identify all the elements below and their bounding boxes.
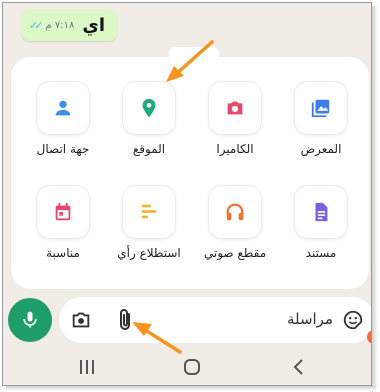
person-icon	[55, 100, 71, 116]
document-icon	[315, 202, 328, 222]
attach-event-button[interactable]: مناسبة	[25, 185, 101, 260]
attach-poll-icon-box	[122, 185, 176, 239]
recent-apps-icon	[80, 360, 94, 374]
attach-audio-label: مقطع صوتي	[203, 246, 267, 260]
read-ticks-icon: ✓✓	[29, 18, 44, 32]
message-bubble[interactable]: ٧:١٨ م ✓✓ اي	[21, 9, 117, 41]
attach-document-label: مستند	[305, 246, 337, 260]
sticker-icon	[343, 310, 363, 330]
frame-shadow-bottom	[6, 386, 376, 391]
attach-contact-button[interactable]: جهة اتصال	[25, 81, 101, 156]
home-button[interactable]	[181, 357, 203, 377]
attach-gallery-button[interactable]: المعرض	[283, 81, 359, 156]
attach-poll-label: استطلاع رأي	[117, 246, 181, 260]
attach-poll-button[interactable]: استطلاع رأي	[111, 185, 187, 260]
location-pin-icon	[142, 98, 156, 118]
attachment-panel: جهة اتصال الموقع الكاميرا المعرض مناسبة …	[11, 57, 369, 289]
attach-camera-button[interactable]: الكاميرا	[197, 81, 273, 156]
attach-audio-button[interactable]: مقطع صوتي	[197, 185, 273, 260]
attach-contact-icon-box	[36, 81, 90, 135]
gallery-icon	[311, 99, 330, 118]
camera-icon	[227, 101, 243, 115]
annotation-arrow-location	[166, 40, 214, 82]
back-button[interactable]	[289, 357, 309, 377]
back-icon	[293, 359, 303, 375]
attach-event-label: مناسبة	[46, 246, 80, 260]
attach-document-button[interactable]: مستند	[283, 185, 359, 260]
message-time: ٧:١٨ م	[45, 19, 75, 31]
attach-gallery-icon-box	[294, 81, 348, 135]
attach-location-button[interactable]: الموقع	[111, 81, 187, 156]
message-meta: ٧:١٨ م ✓✓	[29, 19, 74, 32]
calendar-icon	[55, 202, 71, 221]
camera-icon	[72, 312, 90, 328]
attach-audio-icon-box	[208, 185, 262, 239]
message-input-bar[interactable]: مراسلة	[59, 297, 371, 343]
frame-shadow-right	[372, 6, 378, 390]
camera-button[interactable]	[69, 308, 93, 332]
headphones-icon	[226, 203, 244, 221]
attach-event-icon-box	[36, 185, 90, 239]
voice-record-button[interactable]	[8, 298, 52, 342]
attach-location-icon-box	[122, 81, 176, 135]
attach-camera-icon-box	[208, 81, 262, 135]
message-input-placeholder: مراسلة	[286, 310, 333, 328]
home-icon	[184, 359, 200, 375]
recent-apps-button[interactable]	[75, 357, 99, 377]
microphone-icon	[23, 311, 37, 328]
sticker-button[interactable]	[341, 308, 365, 332]
message-text: اي	[82, 14, 105, 36]
attach-location-label: الموقع	[132, 142, 166, 156]
attach-gallery-label: المعرض	[300, 142, 342, 156]
attach-camera-label: الكاميرا	[216, 142, 254, 156]
attach-contact-label: جهة اتصال	[36, 142, 90, 156]
attach-document-icon-box	[294, 185, 348, 239]
annotation-arrow-attach	[132, 322, 182, 354]
poll-icon	[141, 204, 157, 219]
